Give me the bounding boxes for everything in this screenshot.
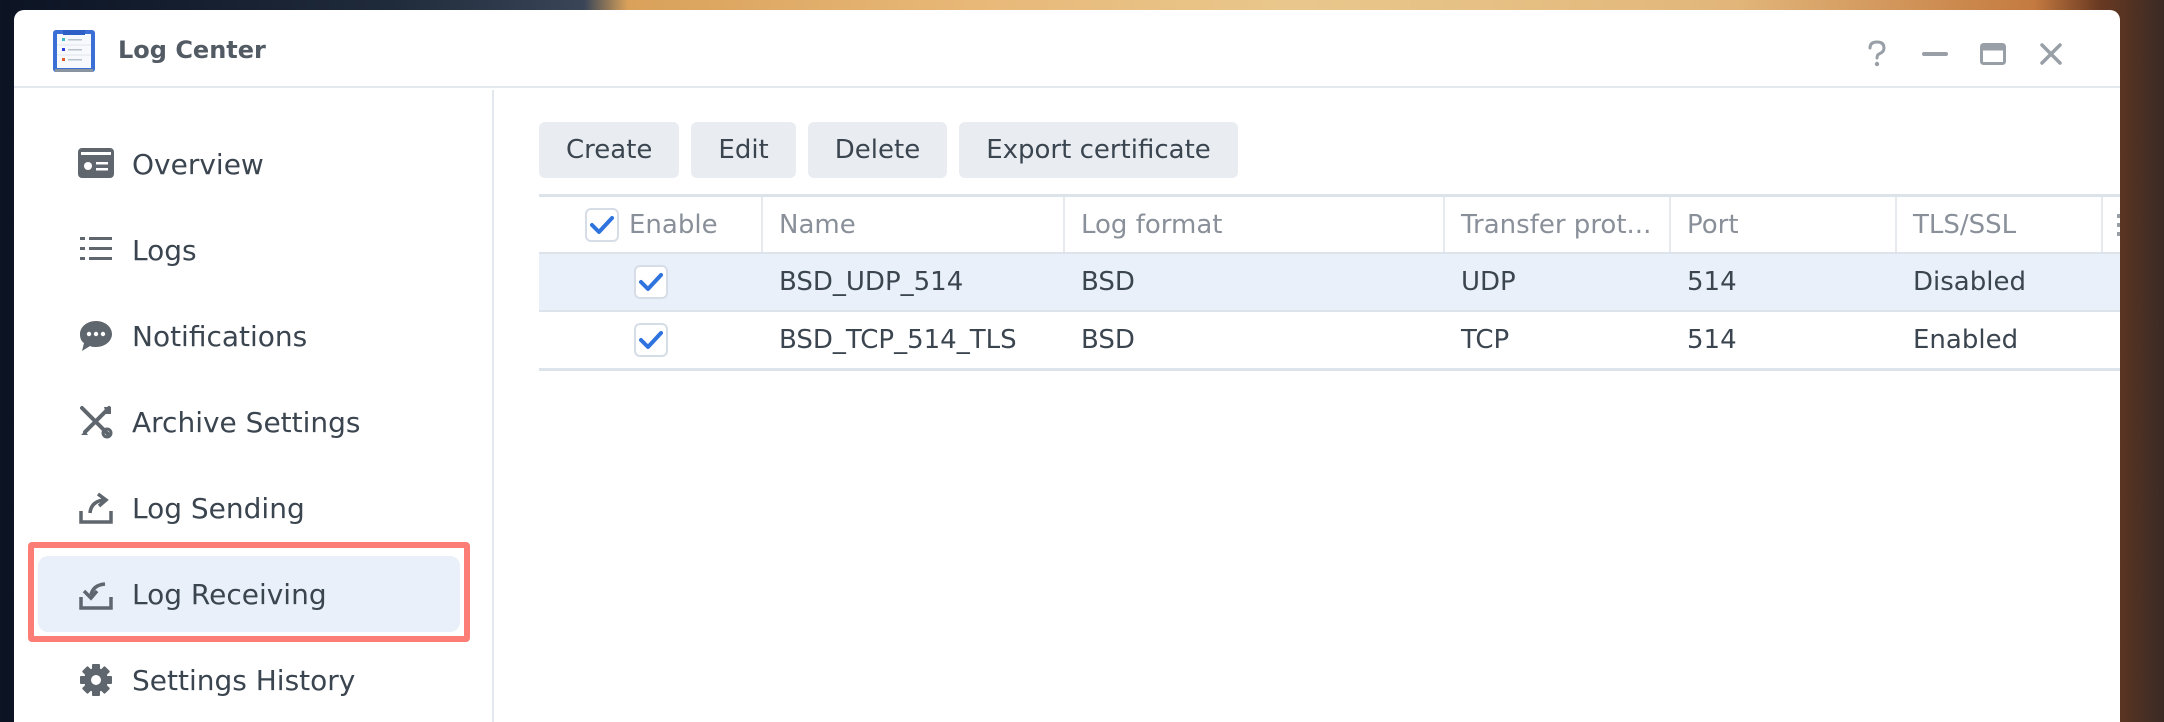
sidebar-item-label: Settings History [132, 663, 356, 697]
create-button[interactable]: Create [539, 122, 680, 178]
close-button[interactable] [2022, 36, 2080, 72]
log-center-window: Log Center Overview Logs Notifications A… [14, 10, 2120, 722]
column-header-log-format[interactable]: Log format [1065, 197, 1445, 252]
sidebar-item-label: Notifications [132, 319, 308, 353]
transfer-protocol-cell: UDP [1461, 267, 1516, 297]
title-bar: Log Center [14, 10, 2120, 88]
receive-in-icon [78, 576, 114, 612]
transfer-protocol-cell: TCP [1461, 325, 1510, 355]
minimize-icon [1922, 52, 1948, 56]
chat-bubble-icon [78, 318, 114, 354]
table-header: Enable Name Log format Transfer prot... … [539, 194, 2120, 252]
sidebar-item-log-receiving[interactable]: Log Receiving [38, 556, 460, 632]
column-header-enable[interactable]: Enable [539, 197, 763, 252]
sidebar-item-label: Archive Settings [132, 405, 361, 439]
tls-ssl-cell: Enabled [1913, 325, 2019, 355]
column-header-port[interactable]: Port [1671, 197, 1897, 252]
sidebar-item-label: Logs [132, 233, 197, 267]
sidebar-item-log-sending[interactable]: Log Sending [38, 470, 460, 546]
sidebar-item-archive-settings[interactable]: Archive Settings [38, 384, 460, 460]
enable-checkbox[interactable] [634, 323, 668, 357]
export-certificate-button[interactable]: Export certificate [959, 122, 1238, 178]
close-icon [2040, 43, 2062, 65]
maximize-icon [1980, 43, 2006, 65]
vertical-dots-icon [2117, 213, 2120, 236]
log-center-app-icon [53, 30, 95, 72]
sidebar-item-label: Overview [132, 147, 264, 181]
name-cell: BSD_UDP_514 [779, 267, 964, 297]
select-all-checkbox[interactable] [585, 207, 619, 242]
log-format-cell: BSD [1081, 325, 1135, 355]
maximize-button[interactable] [1964, 36, 2022, 72]
table-row[interactable]: BSD_TCP_514_TLS BSD TCP 514 Enabled [539, 310, 2120, 368]
edit-button[interactable]: Edit [691, 122, 796, 178]
column-header-name[interactable]: Name [763, 197, 1065, 252]
sidebar: Overview Logs Notifications Archive Sett… [14, 90, 494, 722]
name-cell: BSD_TCP_514_TLS [779, 325, 1017, 355]
window-controls [1848, 36, 2080, 72]
gear-icon [78, 662, 114, 698]
column-header-tls-ssl[interactable]: TLS/SSL [1897, 197, 2103, 252]
sidebar-item-label: Log Sending [132, 491, 305, 525]
table-row[interactable]: BSD_UDP_514 BSD UDP 514 Disabled [539, 252, 2120, 310]
port-cell: 514 [1687, 325, 1737, 355]
port-cell: 514 [1687, 267, 1737, 297]
sidebar-item-logs[interactable]: Logs [38, 212, 460, 288]
toolbar: Create Edit Delete Export certificate [539, 122, 1238, 178]
column-header-transfer-protocol[interactable]: Transfer prot... [1445, 197, 1671, 252]
minimize-button[interactable] [1906, 36, 1964, 72]
enable-cell [539, 254, 763, 310]
tls-ssl-cell: Disabled [1913, 267, 2026, 297]
help-button[interactable] [1848, 36, 1906, 72]
tools-icon [78, 404, 114, 440]
checkmark-icon [639, 273, 663, 291]
checkmark-icon [590, 215, 614, 234]
enable-checkbox[interactable] [634, 265, 668, 299]
window-title: Log Center [118, 36, 266, 64]
sidebar-item-notifications[interactable]: Notifications [38, 298, 460, 374]
sidebar-item-label: Log Receiving [132, 577, 327, 611]
send-out-icon [78, 490, 114, 526]
enable-cell [539, 312, 763, 368]
table-bottom-border [539, 368, 2120, 371]
main-content: Create Edit Delete Export certificate En… [496, 90, 2120, 722]
help-icon [1868, 40, 1886, 67]
checkmark-icon [639, 331, 663, 349]
log-format-cell: BSD [1081, 267, 1135, 297]
delete-button[interactable]: Delete [807, 122, 948, 178]
list-icon [78, 232, 114, 268]
overview-card-icon [78, 146, 114, 182]
column-menu-button[interactable] [2103, 197, 2120, 252]
sidebar-item-settings-history[interactable]: Settings History [38, 642, 460, 718]
log-receiving-table: Enable Name Log format Transfer prot... … [539, 194, 2120, 371]
column-label: Enable [629, 209, 718, 240]
sidebar-item-overview[interactable]: Overview [38, 126, 460, 202]
